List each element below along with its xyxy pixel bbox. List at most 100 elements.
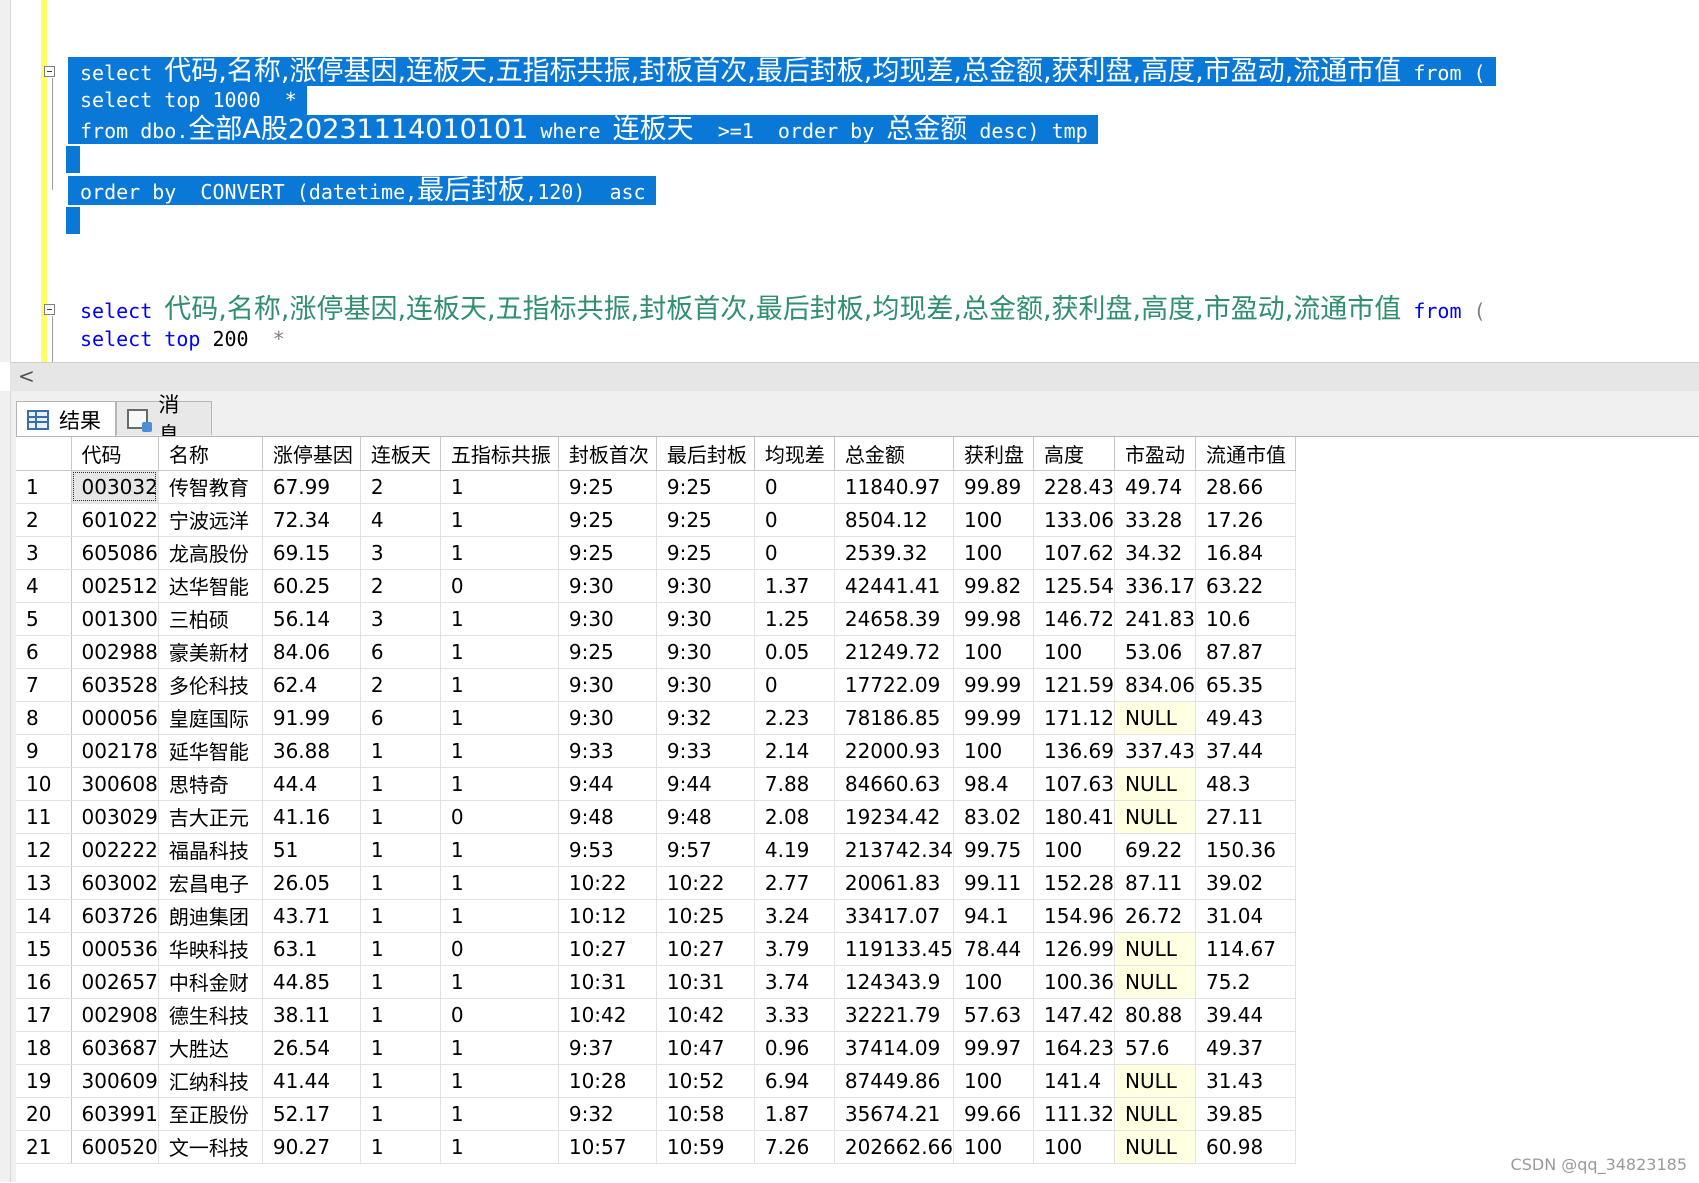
grid-cell[interactable]: 9:44	[656, 767, 755, 801]
table-row[interactable]: 7 603528 多伦科技 62.4 2 1 9:30 9:30 0 17722.09 99.99 1…	[16, 668, 1296, 702]
grid-cell[interactable]: 26.54	[262, 1031, 361, 1065]
grid-cell[interactable]: 10:12	[558, 899, 657, 933]
grid-cell[interactable]: 002908	[71, 998, 159, 1032]
grid-cell[interactable]: 002178	[71, 734, 159, 768]
grid-cell[interactable]: 0	[754, 668, 835, 702]
row-number[interactable]: 21	[16, 1130, 72, 1164]
grid-cell[interactable]: 10:28	[558, 1064, 657, 1098]
column-header[interactable]: 名称	[158, 437, 263, 471]
grid-cell[interactable]: 1	[360, 800, 441, 834]
grid-cell[interactable]: 大胜达	[158, 1031, 263, 1065]
grid-cell[interactable]: 1	[360, 767, 441, 801]
grid-cell[interactable]: 36.88	[262, 734, 361, 768]
column-header[interactable]: 最后封板	[656, 437, 755, 471]
grid-cell[interactable]: 124343.9	[834, 965, 955, 999]
grid-cell[interactable]: 002512	[71, 569, 159, 603]
grid-cell[interactable]: 63.22	[1195, 569, 1296, 603]
grid-cell[interactable]: 1	[440, 899, 559, 933]
grid-cell[interactable]: 3.74	[754, 965, 835, 999]
grid-cell[interactable]: 164.23	[1033, 1031, 1115, 1065]
grid-cell[interactable]: 69.22	[1114, 833, 1196, 867]
grid-cell[interactable]: 51	[262, 833, 361, 867]
column-header[interactable]: 流通市值	[1195, 437, 1296, 471]
grid-cell[interactable]: 2.77	[754, 866, 835, 900]
grid-cell[interactable]: 41.16	[262, 800, 361, 834]
grid-cell[interactable]: 147.42	[1033, 998, 1115, 1032]
grid-cell[interactable]: 皇庭国际	[158, 701, 263, 735]
grid-cell[interactable]: 福晶科技	[158, 833, 263, 867]
horizontal-scrollbar[interactable]: <	[10, 362, 1699, 392]
table-row[interactable]: 1 003032 传智教育 67.99 2 1 9:25 9:25 0 11840.97 99.89…	[16, 470, 1296, 504]
grid-cell[interactable]: NULL	[1114, 1130, 1196, 1164]
grid-cell[interactable]: 10:25	[656, 899, 755, 933]
grid-cell[interactable]: 宏昌电子	[158, 866, 263, 900]
grid-cell[interactable]: 1	[440, 503, 559, 537]
table-row[interactable]: 14 603726 朗迪集团 43.71 1 1 10:12 10:25 3.24 33417.0…	[16, 899, 1296, 933]
table-row[interactable]: 13 603002 宏昌电子 26.05 1 1 10:22 10:22 2.77 20061.8…	[16, 866, 1296, 900]
grid-cell[interactable]: 至正股份	[158, 1097, 263, 1131]
grid-cell[interactable]: 603528	[71, 668, 159, 702]
grid-cell[interactable]: 33417.07	[834, 899, 955, 933]
grid-cell[interactable]: 3.24	[754, 899, 835, 933]
grid-cell[interactable]: 7.26	[754, 1130, 835, 1164]
grid-cell[interactable]: 63.1	[262, 932, 361, 966]
grid-cell[interactable]: 9:30	[558, 569, 657, 603]
grid-cell[interactable]: 4.19	[754, 833, 835, 867]
grid-cell[interactable]: 52.17	[262, 1097, 361, 1131]
table-row[interactable]: 16 002657 中科金财 44.85 1 1 10:31 10:31 3.74 124343.…	[16, 965, 1296, 999]
row-number[interactable]: 7	[16, 668, 72, 702]
row-number[interactable]: 4	[16, 569, 72, 603]
grid-cell[interactable]: 83.02	[953, 800, 1035, 834]
grid-cell[interactable]: 37.44	[1195, 734, 1296, 768]
table-row[interactable]: 5 001300 三柏硕 56.14 3 1 9:30 9:30 1.25 24658.39 99.…	[16, 602, 1296, 636]
grid-cell[interactable]: 67.99	[262, 470, 361, 504]
grid-cell[interactable]: NULL	[1114, 1097, 1196, 1131]
grid-cell[interactable]: 87.87	[1195, 635, 1296, 669]
grid-cell[interactable]: 0	[440, 932, 559, 966]
grid-cell[interactable]: 20061.83	[834, 866, 955, 900]
column-header[interactable]: 市盈动	[1114, 437, 1196, 471]
grid-cell[interactable]: 84660.63	[834, 767, 955, 801]
grid-cell[interactable]: 文一科技	[158, 1130, 263, 1164]
grid-cell[interactable]: 94.1	[953, 899, 1035, 933]
grid-cell[interactable]: 1	[360, 1031, 441, 1065]
grid-cell[interactable]: NULL	[1114, 1064, 1196, 1098]
grid-cell[interactable]: 龙高股份	[158, 536, 263, 570]
row-number[interactable]: 10	[16, 767, 72, 801]
grid-cell[interactable]: 0	[440, 998, 559, 1032]
grid-cell[interactable]: 1	[360, 734, 441, 768]
grid-cell[interactable]: 78.44	[953, 932, 1035, 966]
grid-cell[interactable]: 1	[360, 1097, 441, 1131]
grid-cell[interactable]: 75.2	[1195, 965, 1296, 999]
grid-cell[interactable]: NULL	[1114, 701, 1196, 735]
grid-cell[interactable]: 1.25	[754, 602, 835, 636]
grid-cell[interactable]: 9:33	[656, 734, 755, 768]
grid-cell[interactable]: 2	[360, 569, 441, 603]
column-header[interactable]: 五指标共振	[440, 437, 559, 471]
tab-results[interactable]: 结果	[16, 401, 116, 437]
code-line-1[interactable]: select 代码,名称,涨停基因,连板天,五指标共振,封板首次,最后封板,均现…	[68, 57, 1496, 86]
grid-cell[interactable]: 6	[360, 701, 441, 735]
grid-cell[interactable]: 99.97	[953, 1031, 1035, 1065]
grid-cell[interactable]: 002988	[71, 635, 159, 669]
column-header[interactable]: 获利盘	[953, 437, 1035, 471]
grid-cell[interactable]: 98.4	[953, 767, 1035, 801]
grid-cell[interactable]: 10:42	[656, 998, 755, 1032]
corner-header[interactable]	[16, 437, 72, 471]
grid-cell[interactable]: 000536	[71, 932, 159, 966]
row-number[interactable]: 8	[16, 701, 72, 735]
grid-cell[interactable]: 2	[360, 470, 441, 504]
grid-cell[interactable]: 39.02	[1195, 866, 1296, 900]
grid-cell[interactable]: 125.54	[1033, 569, 1115, 603]
grid-cell[interactable]: 9:32	[558, 1097, 657, 1131]
grid-cell[interactable]: 10:58	[656, 1097, 755, 1131]
grid-cell[interactable]: 35674.21	[834, 1097, 955, 1131]
row-number[interactable]: 16	[16, 965, 72, 999]
grid-cell[interactable]: 99.66	[953, 1097, 1035, 1131]
table-row[interactable]: 11 003029 吉大正元 41.16 1 0 9:48 9:48 2.08 19234.42 8…	[16, 800, 1296, 834]
grid-cell[interactable]: 10:42	[558, 998, 657, 1032]
table-row[interactable]: 3 605086 龙高股份 69.15 3 1 9:25 9:25 0 2539.32 100 107…	[16, 536, 1296, 570]
code-line-2[interactable]: select top 1000 *	[68, 86, 307, 115]
grid-cell[interactable]: 99.75	[953, 833, 1035, 867]
grid-cell[interactable]: 003032	[71, 470, 159, 504]
